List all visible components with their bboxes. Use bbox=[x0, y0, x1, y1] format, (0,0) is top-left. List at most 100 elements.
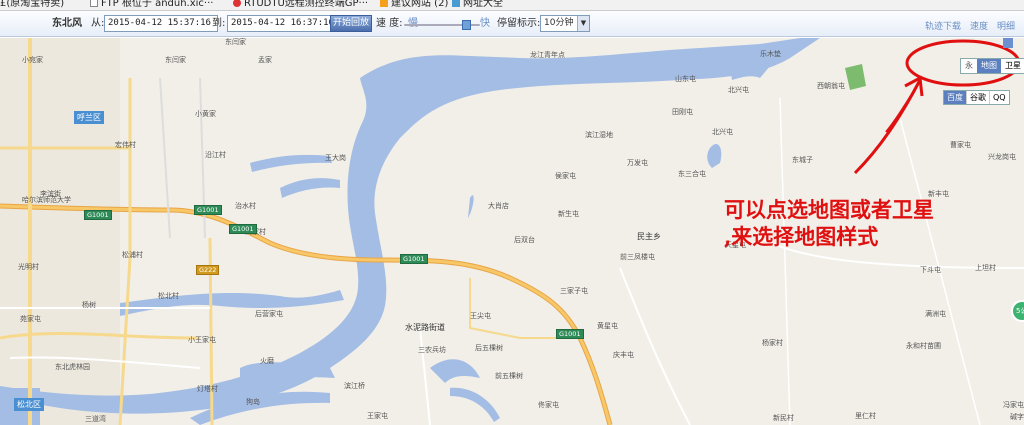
place-label: 北兴屯 bbox=[712, 128, 733, 136]
highway-shield: G1001 bbox=[194, 205, 222, 215]
place-label: 兴龙岗屯 bbox=[988, 153, 1016, 161]
place-label: 碱字屯 bbox=[1010, 413, 1024, 421]
highway-shield: G1001 bbox=[84, 210, 112, 220]
ie-icon bbox=[452, 0, 460, 7]
place-label: 杨树 bbox=[82, 301, 96, 309]
place-label: 东闫家 bbox=[165, 56, 186, 64]
to-label: 到: bbox=[212, 18, 226, 29]
annotation-line: 可以点选地图或者卫星 bbox=[724, 197, 934, 222]
fast-label: 快 bbox=[480, 18, 490, 29]
place-label: 沿江村 bbox=[205, 151, 226, 159]
speed-slider-thumb[interactable] bbox=[462, 20, 471, 30]
place-label: 小王家屯 bbox=[188, 336, 216, 344]
chevron-down-icon: ▼ bbox=[577, 16, 589, 31]
place-label: 宏伟村 bbox=[115, 141, 136, 149]
start-time-input[interactable]: 2015-04-12 15:37:16 bbox=[104, 15, 218, 32]
place-label: 王尖屯 bbox=[470, 312, 491, 320]
place-label: 大肖店 bbox=[488, 202, 509, 210]
place-label: 田刚屯 bbox=[672, 108, 693, 116]
place-label: 苑家屯 bbox=[20, 315, 41, 323]
bookmark-item[interactable]: £(原淘宝特卖) bbox=[0, 0, 64, 9]
bookmark-item[interactable]: 网址大全 bbox=[452, 0, 503, 9]
place-label: 西朝翁屯 bbox=[817, 82, 845, 90]
map-type-satellite-button[interactable]: 卫星 bbox=[1001, 59, 1024, 73]
place-label: 里仁村 bbox=[855, 412, 876, 420]
place-label: 小黄家 bbox=[195, 110, 216, 118]
place-label: 乐木垫 bbox=[760, 50, 781, 58]
place-label: 三家子屯 bbox=[560, 287, 588, 295]
map-type-label: 永 bbox=[965, 61, 973, 70]
provider-qq-button[interactable]: QQ bbox=[990, 91, 1009, 104]
map-provider-switch: 百度 谷歌 QQ bbox=[943, 90, 1010, 105]
district-badge: 呼兰区 bbox=[74, 111, 104, 124]
vehicle-name: 东北风 bbox=[52, 18, 82, 29]
place-label: 后五棵树 bbox=[475, 344, 503, 352]
place-label: 王家屯 bbox=[367, 412, 388, 420]
place-label: 前三凤楼屯 bbox=[620, 253, 655, 261]
place-label: 下斗屯 bbox=[920, 266, 941, 274]
place-label: 佟家屯 bbox=[538, 401, 559, 409]
place-label: 前五棵树 bbox=[495, 372, 523, 380]
speed-link[interactable]: 速度 bbox=[970, 19, 988, 32]
highway-shield: G1001 bbox=[400, 254, 428, 264]
detail-link[interactable]: 明细 bbox=[997, 19, 1015, 32]
place-label: 孟家 bbox=[258, 56, 272, 64]
map-type-switch: 永地图 卫星 bbox=[960, 58, 1024, 74]
place-label: 新民村 bbox=[773, 414, 794, 422]
place-label: 治水村 bbox=[235, 202, 256, 210]
bookmark-item[interactable]: RTUDTU远程测控终端GP··· bbox=[233, 0, 368, 9]
place-label: 杨家村 bbox=[762, 339, 783, 347]
place-label: 山东屯 bbox=[675, 75, 696, 83]
place-label: 东三合屯 bbox=[678, 170, 706, 178]
place-label: 东城子 bbox=[792, 156, 813, 164]
place-label: 满洲屯 bbox=[925, 310, 946, 318]
bookmark-item[interactable]: 建议网站 (2) bbox=[380, 0, 448, 9]
place-label: 新生屯 bbox=[558, 210, 579, 218]
place-label: 北兴屯 bbox=[728, 86, 749, 94]
start-playback-button[interactable]: 开始回放 bbox=[330, 15, 372, 32]
place-label: 灯塔村 bbox=[197, 385, 218, 393]
highway-shield: G1001 bbox=[229, 224, 257, 234]
from-label: 从: bbox=[91, 18, 105, 29]
bookmark-item[interactable]: FTP 根位于 anduh.xic··· bbox=[90, 0, 213, 9]
place-label: 小宛家 bbox=[22, 56, 43, 64]
place-label: 狗岛 bbox=[246, 398, 260, 406]
place-label: 冯家屯 bbox=[1003, 401, 1024, 409]
place-label: 龙江青年点 bbox=[530, 51, 565, 59]
map-type-map-button[interactable]: 地图 bbox=[977, 59, 1001, 73]
place-label: 光明村 bbox=[18, 263, 39, 271]
place-label: 曹家屯 bbox=[950, 141, 971, 149]
speed-label: 速 度: bbox=[376, 18, 403, 29]
gear-icon bbox=[233, 0, 241, 7]
place-label: 后营家屯 bbox=[255, 310, 283, 318]
stop-label: 停留标示: bbox=[497, 18, 541, 29]
place-label: 滨江湿地 bbox=[585, 131, 613, 139]
place-label: 万发屯 bbox=[627, 159, 648, 167]
track-download-link[interactable]: 轨迹下载 bbox=[925, 19, 961, 32]
place-label: 侯家屯 bbox=[555, 172, 576, 180]
place-label: 王大岗 bbox=[325, 154, 346, 162]
district-badge: 松北区 bbox=[14, 398, 44, 411]
place-label: 三农兵坊 bbox=[418, 346, 446, 354]
playback-toolbar: 东北风 从: 2015-04-12 15:37:16 到: 2015-04-12… bbox=[0, 11, 1024, 37]
place-label: 李滨街 bbox=[40, 190, 61, 198]
place-label: 松浦村 bbox=[122, 251, 143, 259]
map-expand-button[interactable] bbox=[1003, 38, 1013, 48]
place-label: 黄星屯 bbox=[597, 322, 618, 330]
bookmarks-bar: £(原淘宝特卖) FTP 根位于 anduh.xic··· RTUDTU远程测控… bbox=[0, 0, 1024, 11]
map-canvas[interactable]: 小宛家 东闫家 孟家 东闫家 龙江青年点 乐木垫 山东屯 北兴屯 田刚屯 西朝翁… bbox=[0, 38, 1024, 425]
place-label: 三道湾 bbox=[85, 415, 106, 423]
place-label: 火磨 bbox=[260, 357, 274, 365]
place-label: 东闫家 bbox=[225, 38, 246, 46]
provider-google-button[interactable]: 谷歌 bbox=[967, 91, 990, 104]
ie-icon bbox=[380, 0, 388, 7]
provider-baidu-button[interactable]: 百度 bbox=[944, 91, 967, 104]
stop-duration-select[interactable]: 10分钟 ▼ bbox=[540, 15, 590, 32]
place-label: 滨江桥 bbox=[344, 382, 365, 390]
place-label: 东北虎林园 bbox=[55, 363, 90, 371]
end-time-input[interactable]: 2015-04-12 16:37:16 bbox=[227, 15, 341, 32]
place-label: 后双台 bbox=[514, 236, 535, 244]
annotation-line: ,来选择地图样式 bbox=[724, 224, 879, 249]
place-label: 庆丰屯 bbox=[613, 351, 634, 359]
place-label: 水泥路街道 bbox=[405, 323, 445, 332]
